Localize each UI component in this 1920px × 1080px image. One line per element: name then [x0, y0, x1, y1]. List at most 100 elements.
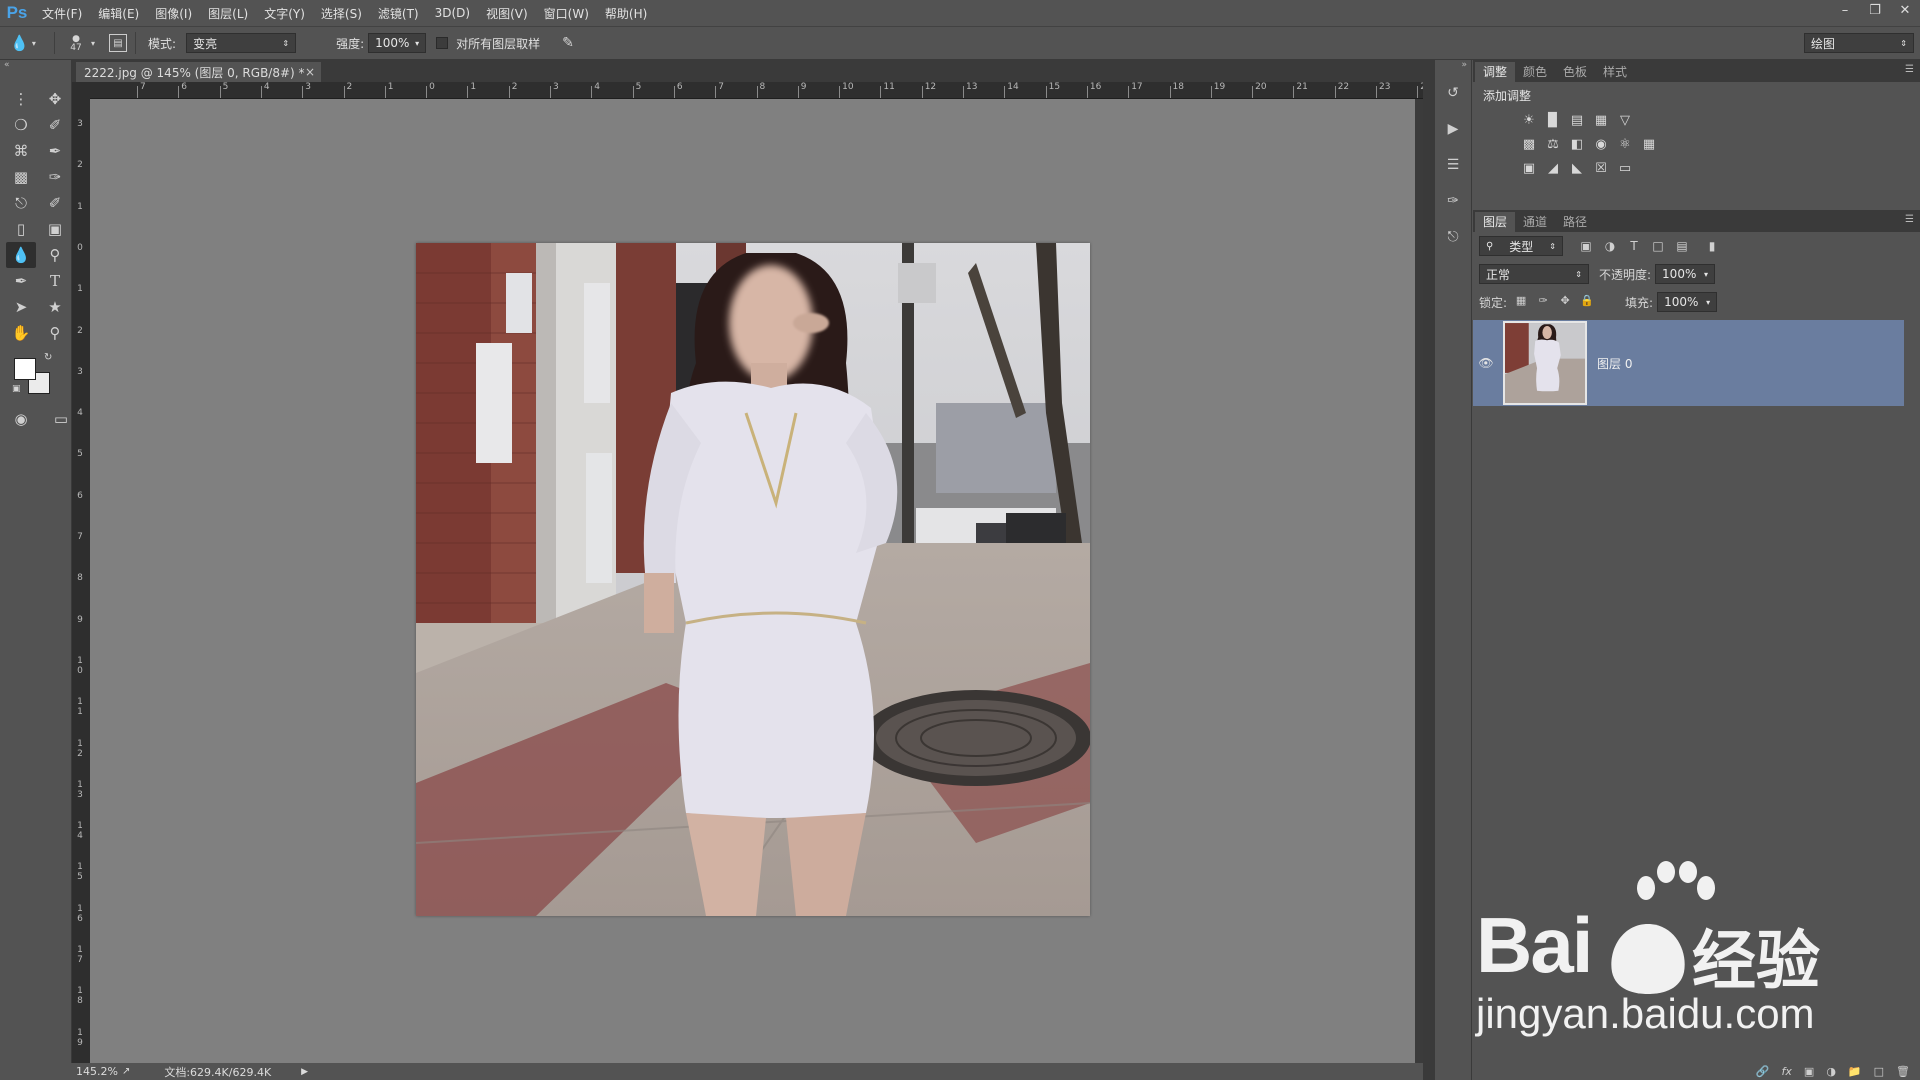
history-icon[interactable]: ↺ [1440, 80, 1466, 106]
tab-swatches[interactable]: 色板 [1555, 62, 1595, 82]
layer-name[interactable]: 图层 0 [1597, 355, 1632, 372]
fill-input[interactable]: 100% ▾ [1657, 292, 1718, 312]
close-icon[interactable]: × [305, 65, 315, 79]
canvas-area[interactable] [90, 99, 1423, 1063]
selective-color-icon[interactable]: ☒ [1593, 161, 1609, 177]
invert-icon[interactable]: ▣ [1521, 161, 1537, 177]
history-brush-tool-icon[interactable]: ✐ [40, 190, 70, 216]
curves-icon[interactable]: ▤ [1569, 113, 1585, 129]
vertical-ruler[interactable]: 321012345678910111213141516171819 [72, 99, 90, 1063]
pen-tool-icon[interactable]: ✒ [6, 268, 36, 294]
lock-all-icon[interactable]: 🔒 [1579, 294, 1595, 310]
restore-icon[interactable]: ❐ [1860, 0, 1890, 20]
document-image[interactable] [416, 243, 1090, 916]
gradient-tool-icon[interactable]: ▣ [40, 216, 70, 242]
brush-size-picker[interactable]: ● 47 [63, 34, 89, 53]
lock-pixels-icon[interactable]: ✑ [1535, 294, 1551, 310]
filter-toggle-icon[interactable]: ▮ [1703, 237, 1721, 255]
posterize-icon[interactable]: ◢ [1545, 161, 1561, 177]
tab-paths[interactable]: 路径 [1555, 212, 1595, 232]
quick-select-tool-icon[interactable]: ✐ [40, 112, 70, 138]
clone-source-icon[interactable]: ⎋ [1440, 224, 1466, 250]
lock-transparency-icon[interactable]: ▦ [1513, 294, 1529, 310]
strength-input[interactable]: 100% ▾ [368, 33, 427, 53]
link-layers-icon[interactable]: 🔗 [1756, 1065, 1770, 1078]
ruler-origin[interactable] [72, 82, 90, 99]
tool-preset-picker[interactable]: 💧 ▾ [0, 34, 46, 52]
type-filter-icon[interactable]: T [1625, 237, 1643, 255]
swap-colors-icon[interactable]: ↻ [44, 352, 52, 363]
minimize-icon[interactable]: – [1830, 0, 1860, 20]
canvas-scrollbar[interactable] [1415, 99, 1423, 1063]
workspace-select[interactable]: 绘图 ⇕ [1804, 33, 1914, 53]
color-balance-icon[interactable]: ⚖ [1545, 137, 1561, 153]
eraser-tool-icon[interactable]: ▯ [6, 216, 36, 242]
vibrance-icon[interactable]: ▽ [1617, 113, 1633, 129]
dodge-tool-icon[interactable]: ⚲ [40, 242, 70, 268]
black-white-icon[interactable]: ◧ [1569, 137, 1585, 153]
horizontal-ruler[interactable]: 7 6 5 4 3 2 1 0 1 2 3 4 5 6 7 8 9 10 11 12 13 14 15 16 17 18 19 20 2… [90, 82, 1423, 99]
menu-select[interactable]: 选择(S) [313, 5, 370, 22]
add-mask-icon[interactable]: ▣ [1804, 1065, 1814, 1078]
new-group-icon[interactable]: 📁 [1848, 1065, 1862, 1078]
visibility-eye-icon[interactable]: 👁 [1473, 356, 1499, 370]
status-menu-arrow-icon[interactable]: ▶ [301, 1067, 308, 1077]
layer-filter-select[interactable]: ⚲ 类型 ⇕ [1479, 236, 1563, 256]
crop-tool-icon[interactable]: ⌘ [6, 138, 36, 164]
chevron-down-icon[interactable]: ▾ [91, 39, 95, 48]
adjustment-filter-icon[interactable]: ◑ [1601, 237, 1619, 255]
menu-filter[interactable]: 滤镜(T) [370, 5, 427, 22]
color-lookup-icon[interactable]: ▦ [1641, 137, 1657, 153]
type-tool-icon[interactable]: T [40, 268, 70, 294]
document-tab[interactable]: 2222.jpg @ 145% (图层 0, RGB/8#) * × [76, 62, 321, 82]
pressure-icon[interactable]: ✎ [562, 35, 574, 51]
layer-row[interactable]: 👁 图层 0 [1473, 320, 1904, 406]
brush-tool-icon[interactable]: ✑ [40, 164, 70, 190]
tab-styles[interactable]: 样式 [1595, 62, 1635, 82]
mode-select[interactable]: 变亮 ⇕ [186, 33, 297, 53]
threshold-icon[interactable]: ◣ [1569, 161, 1585, 177]
menu-image[interactable]: 图像(I) [147, 5, 200, 22]
menu-layer[interactable]: 图层(L) [200, 5, 256, 22]
menu-view[interactable]: 视图(V) [478, 5, 536, 22]
zoom-tool-icon[interactable]: ⚲ [40, 320, 70, 346]
zoom-level[interactable]: 145.2% [76, 1065, 118, 1078]
shape-tool-icon[interactable]: ★ [40, 294, 70, 320]
exposure-icon[interactable]: ▦ [1593, 113, 1609, 129]
delete-layer-icon[interactable]: 🗑 [1896, 1065, 1910, 1078]
export-icon[interactable]: ↗ [122, 1066, 130, 1077]
shape-filter-icon[interactable]: □ [1649, 237, 1667, 255]
marquee-tool-icon[interactable]: ⋮ [6, 86, 36, 112]
channel-mixer-icon[interactable]: ⚛ [1617, 137, 1633, 153]
menu-3d[interactable]: 3D(D) [427, 6, 478, 20]
tab-color[interactable]: 颜色 [1515, 62, 1555, 82]
properties-icon[interactable]: ☰ [1440, 152, 1466, 178]
menu-file[interactable]: 文件(F) [34, 5, 90, 22]
collapse-arrows-icon[interactable]: « [0, 60, 71, 72]
close-icon[interactable]: ✕ [1890, 0, 1920, 20]
clone-stamp-tool-icon[interactable]: ⎋ [6, 190, 36, 216]
tab-adjustments[interactable]: 调整 [1475, 62, 1516, 82]
default-colors-icon[interactable]: ▣ [12, 384, 21, 394]
layer-style-icon[interactable]: fx [1782, 1065, 1792, 1078]
lock-position-icon[interactable]: ✥ [1557, 294, 1573, 310]
photo-filter-icon[interactable]: ◉ [1593, 137, 1609, 153]
tab-layers[interactable]: 图层 [1475, 212, 1516, 232]
new-layer-icon[interactable]: □ [1874, 1065, 1884, 1078]
panel-menu-icon[interactable]: ☰ [1905, 214, 1914, 225]
foreground-color-swatch[interactable] [14, 358, 36, 380]
hue-saturation-icon[interactable]: ▩ [1521, 137, 1537, 153]
brightness-icon[interactable]: ☀ [1521, 113, 1537, 129]
pixel-filter-icon[interactable]: ▣ [1577, 237, 1595, 255]
layer-thumbnail[interactable] [1503, 321, 1587, 405]
brush-panel-icon[interactable]: ▤ [109, 34, 128, 52]
move-tool-icon[interactable]: ✥ [40, 86, 70, 112]
smart-object-filter-icon[interactable]: ▤ [1673, 237, 1691, 255]
new-adjustment-icon[interactable]: ◑ [1826, 1065, 1836, 1078]
gradient-map-icon[interactable]: ▭ [1617, 161, 1633, 177]
blur-tool-icon[interactable]: 💧 [6, 242, 36, 268]
tab-channels[interactable]: 通道 [1515, 212, 1555, 232]
levels-icon[interactable]: ▉ [1545, 113, 1561, 129]
menu-window[interactable]: 窗口(W) [536, 5, 597, 22]
menu-edit[interactable]: 编辑(E) [90, 5, 147, 22]
